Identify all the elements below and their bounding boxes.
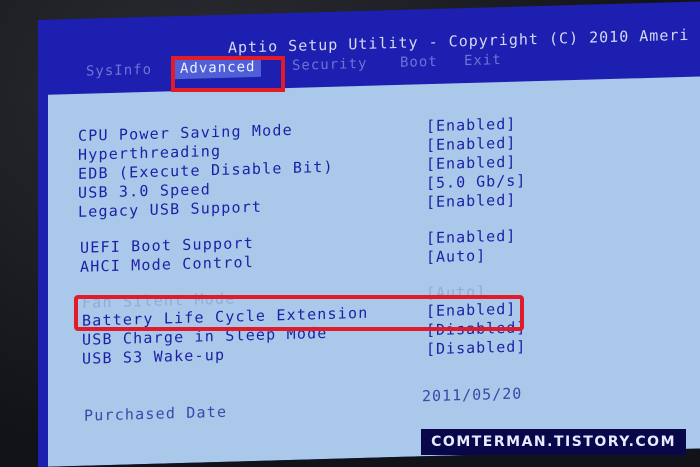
setting-value[interactable]: [Enabled]	[426, 227, 516, 248]
advanced-tab-highlight	[171, 56, 285, 92]
setting-value[interactable]: [Enabled]	[426, 191, 516, 212]
tab-boot[interactable]: Boot	[400, 54, 438, 71]
setting-value[interactable]: [Enabled]	[426, 153, 516, 174]
setting-value[interactable]: [Enabled]	[426, 115, 516, 136]
battery-setting-highlight	[74, 295, 524, 331]
setting-label: USB 3.0 Speed	[78, 180, 211, 202]
setting-label: AHCI Mode Control	[80, 252, 254, 276]
setting-value[interactable]: [5.0 Gb/s]	[426, 171, 526, 192]
setting-value[interactable]: [Auto]	[426, 246, 486, 266]
tab-exit[interactable]: Exit	[464, 52, 502, 69]
purchased-date-value: 2011/05/20	[422, 384, 523, 406]
setting-label: USB S3 Wake-up	[82, 345, 226, 368]
tab-security[interactable]: Security	[292, 56, 367, 74]
setting-value[interactable]: [Enabled]	[426, 134, 516, 155]
settings-panel: CPU Power Saving Mode [Enabled] Hyperthr…	[48, 76, 700, 467]
purchased-date-label: Purchased Date	[84, 402, 228, 425]
tab-sysinfo[interactable]: SysInfo	[86, 62, 152, 80]
setting-value[interactable]: [Disabled]	[426, 337, 526, 358]
watermark: COMTERMAN.TISTORY.COM	[421, 429, 686, 455]
setting-label: Legacy USB Support	[78, 197, 263, 221]
purchased-date-row: Purchased Date 2011/05/20	[84, 384, 684, 427]
bios-screen: Aptio Setup Utility - Copyright (C) 2010…	[38, 1, 700, 467]
